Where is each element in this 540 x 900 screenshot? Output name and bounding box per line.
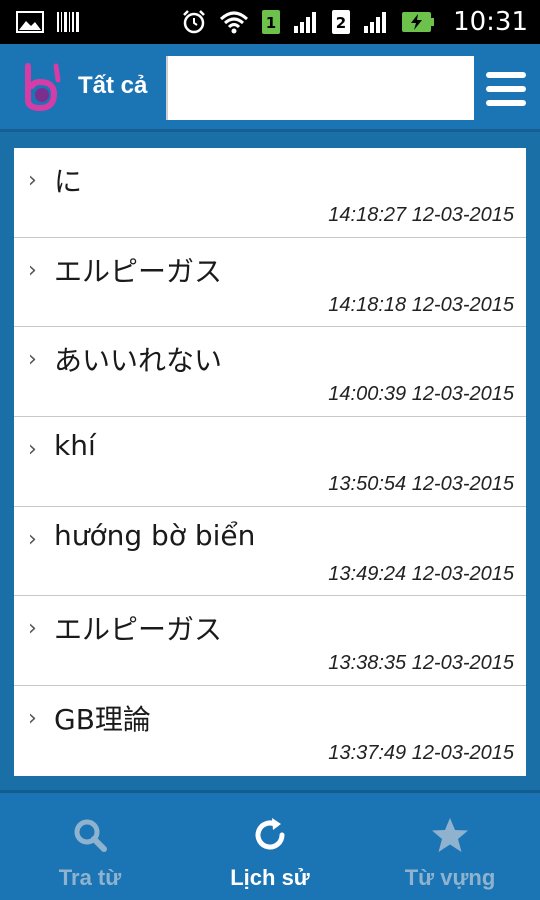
svg-text:1: 1 xyxy=(266,14,276,32)
history-list: › に 14:18:27 12-03-2015 › エルピーガス 14:18:1… xyxy=(14,148,526,776)
history-timestamp: 13:50:54 12-03-2015 xyxy=(328,473,514,496)
signal-icon xyxy=(294,12,317,33)
tab-label: Từ vựng xyxy=(404,865,496,890)
chevron-right-icon: › xyxy=(28,616,37,642)
sim1-icon: 1 xyxy=(262,10,281,34)
list-item[interactable]: › GB理論 13:37:49 12-03-2015 xyxy=(14,686,526,776)
alarm-icon xyxy=(183,10,205,34)
list-item[interactable]: › エルピーガス 14:18:18 12-03-2015 xyxy=(14,238,526,328)
chevron-right-icon: › xyxy=(28,168,37,193)
list-item[interactable]: › hướng bờ biển 13:49:24 12-03-2015 xyxy=(14,507,526,597)
list-item[interactable]: › khí 13:50:54 12-03-2015 xyxy=(14,417,526,507)
scope-selector[interactable]: Tất cả xyxy=(78,72,147,100)
history-timestamp: 14:18:27 12-03-2015 xyxy=(328,204,514,226)
history-term: に xyxy=(54,165,83,198)
tab-history[interactable]: Lịch sử xyxy=(180,793,360,900)
history-term: khí xyxy=(54,429,96,463)
chevron-right-icon: › xyxy=(28,526,37,552)
tab-vocabulary[interactable]: Từ vựng xyxy=(360,793,540,900)
history-timestamp: 13:49:24 12-03-2015 xyxy=(328,562,514,585)
search-icon xyxy=(74,819,107,852)
tab-search[interactable]: Tra từ xyxy=(0,793,180,900)
app-logo-icon[interactable] xyxy=(16,62,64,112)
menu-bar xyxy=(486,100,526,106)
chevron-right-icon: › xyxy=(28,347,37,373)
history-term: hướng bờ biển xyxy=(54,518,256,552)
history-refresh-icon xyxy=(255,818,285,850)
search-input[interactable] xyxy=(166,56,474,120)
tab-label: Tra từ xyxy=(58,865,122,890)
star-icon xyxy=(432,818,468,852)
bottom-navigation: Tra từ Lịch sử Từ vựng xyxy=(0,790,540,900)
tab-label: Lịch sử xyxy=(230,865,310,890)
history-timestamp: 14:18:18 12-03-2015 xyxy=(328,293,514,316)
list-item[interactable]: › あいいれない 14:00:39 12-03-2015 xyxy=(14,327,526,418)
menu-bar xyxy=(486,86,526,92)
history-timestamp: 14:00:39 12-03-2015 xyxy=(328,383,514,406)
svg-text:2: 2 xyxy=(336,14,346,32)
history-term: あいいれない xyxy=(54,344,223,378)
list-item[interactable]: › に 14:18:27 12-03-2015 xyxy=(14,148,526,238)
chevron-right-icon: › xyxy=(28,706,37,732)
signal-icon xyxy=(364,12,387,33)
barcode-icon xyxy=(57,12,79,32)
history-timestamp: 13:37:49 12-03-2015 xyxy=(328,742,514,765)
history-timestamp: 13:38:35 12-03-2015 xyxy=(328,652,514,675)
menu-bar xyxy=(486,72,526,78)
content-area: › に 14:18:27 12-03-2015 › エルピーガス 14:18:1… xyxy=(0,132,540,790)
hamburger-menu-icon[interactable] xyxy=(486,72,526,106)
list-item[interactable]: › エルピーガス 13:38:35 12-03-2015 xyxy=(14,596,526,687)
sim2-icon: 2 xyxy=(332,10,351,34)
chevron-right-icon: › xyxy=(28,437,37,463)
wifi-icon xyxy=(220,11,249,34)
battery-charging-icon xyxy=(402,12,435,32)
chevron-right-icon: › xyxy=(28,257,37,283)
history-term: エルピーガス xyxy=(54,613,223,647)
history-term: GB理論 xyxy=(54,703,151,737)
history-term: エルピーガス xyxy=(54,254,223,288)
status-bar: 1 2 10:31 xyxy=(0,0,540,44)
clock: 10:31 xyxy=(453,7,528,37)
app-bar: Tất cả xyxy=(0,44,540,132)
image-icon xyxy=(16,11,44,33)
